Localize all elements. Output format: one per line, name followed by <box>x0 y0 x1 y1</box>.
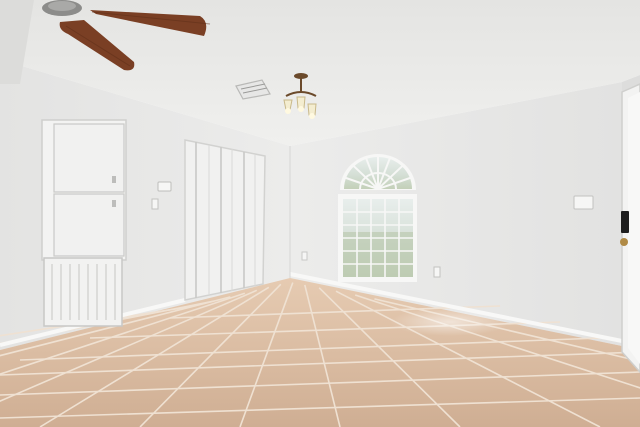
thermostat-icon[interactable] <box>157 181 172 192</box>
entry-door[interactable] <box>620 83 640 374</box>
access-panel[interactable] <box>41 119 127 261</box>
bifold-closet-door[interactable] <box>184 139 266 301</box>
room-scene <box>0 0 640 427</box>
outlet-icon[interactable] <box>301 251 308 261</box>
light-switch-icon[interactable] <box>151 198 159 210</box>
light-switch-icon[interactable] <box>573 195 594 210</box>
air-vent-icon <box>43 257 123 327</box>
floor-reflection <box>390 308 510 336</box>
door-lock-icon[interactable] <box>621 211 629 233</box>
arched-window[interactable] <box>338 154 417 282</box>
door-knob[interactable] <box>620 238 628 246</box>
outlet-icon[interactable] <box>433 266 441 278</box>
